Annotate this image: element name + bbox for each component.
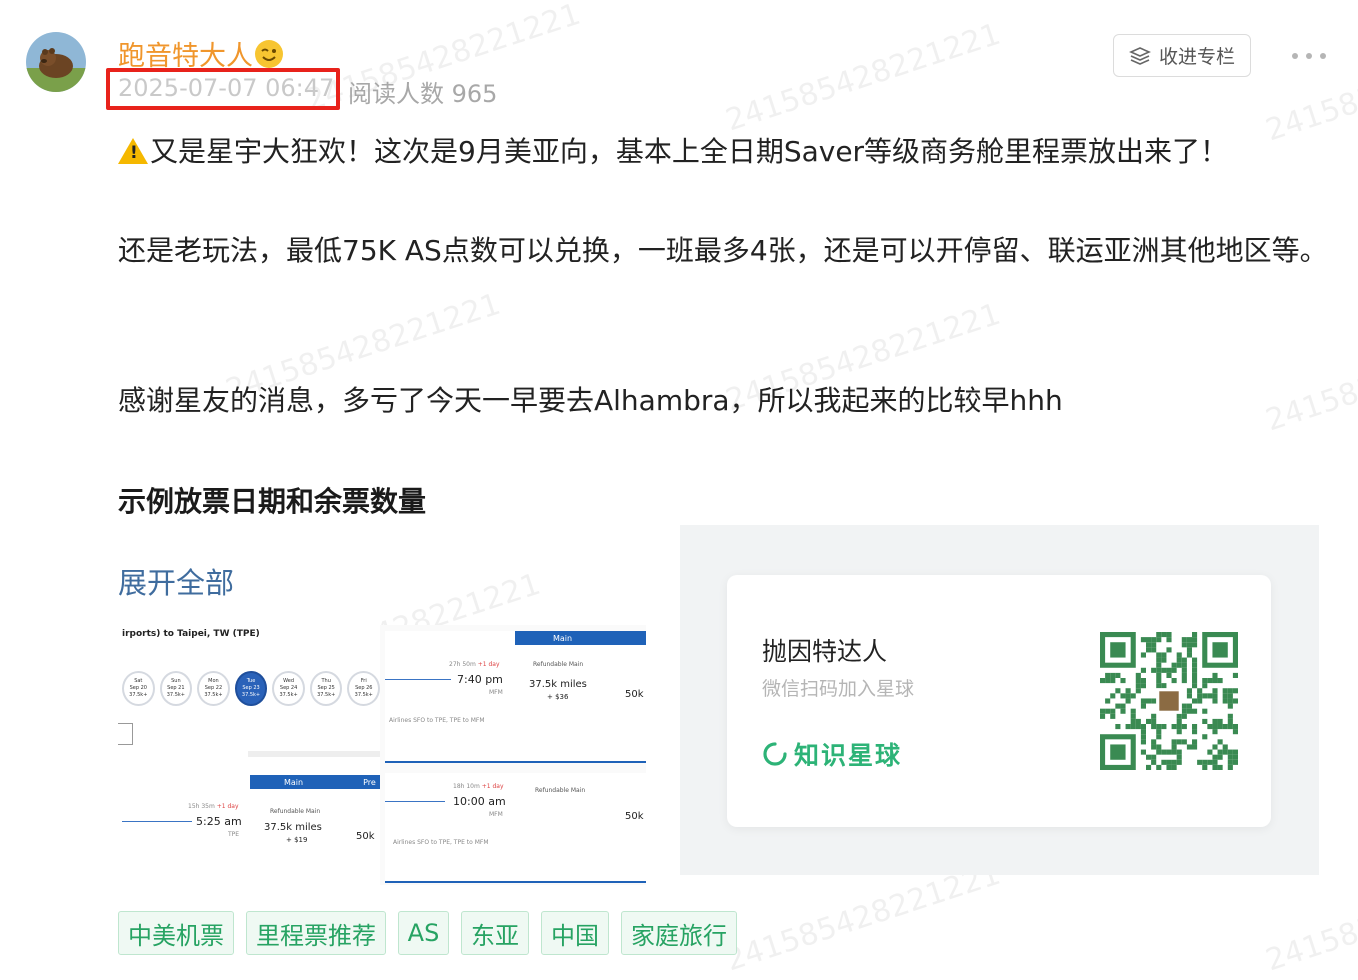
tag-as[interactable]: AS	[398, 911, 449, 955]
date-highlight-box	[106, 68, 340, 110]
collect-to-column-button[interactable]: 收进专栏	[1113, 34, 1251, 77]
miles: 37.5k miles	[264, 822, 322, 833]
watermark-text: 2415854282212​21	[721, 16, 1005, 139]
notice-bar	[248, 751, 380, 757]
tag-east-asia[interactable]: 东亚	[461, 911, 529, 955]
more-options-icon[interactable]	[1292, 44, 1326, 68]
screenshot-bottom-panel: 18h 10m +1 day 10:00 am MFM Airlines SFO…	[385, 773, 646, 883]
date-chip[interactable]: Mon Sep 22 37.5k+	[197, 671, 230, 706]
arrival-time: 5:25 am	[196, 815, 242, 828]
tax: + $19	[286, 836, 308, 844]
airport-code: TPE	[228, 831, 240, 838]
planet-scan-hint: 微信扫码加入星球	[762, 678, 915, 700]
paragraph-1: 又是星宇大狂欢！这次是9月美亚向，基本上全日期Saver等级商务舱里程票放出来了…	[118, 127, 1333, 177]
paragraph-1-text: 又是星宇大狂欢！这次是9月美亚向，基本上全日期Saver等级商务舱里程票放出来了…	[150, 135, 1229, 168]
fare-title: Refundable Main	[270, 808, 321, 815]
date-chip[interactable]: Sat Sep 20 37.5k+	[122, 671, 155, 706]
read-count: 阅读人数 965	[348, 80, 498, 108]
tag-china[interactable]: 中国	[541, 911, 609, 955]
warning-icon	[118, 138, 148, 164]
date-chip[interactable]: Fri Sep 26 37.5k+	[347, 671, 381, 706]
avatar-bear-image	[26, 32, 86, 92]
date-chip[interactable]: Sun Sep 21 37.5k+	[159, 671, 193, 706]
zsxq-logo-icon	[763, 742, 787, 766]
date-chip[interactable]: Tue Sep 23 37.5k+	[234, 671, 268, 706]
screenshot-top-panel: Main 27h 50m +1 day 7:40 pm MFM Airlines…	[385, 631, 646, 763]
screenshot-route: irports) to Taipei, TW (TPE)	[122, 629, 260, 639]
qr-code-image	[1100, 632, 1238, 770]
screenshot-left-panel: irports) to Taipei, TW (TPE) Sat Sep 20 37…	[118, 625, 381, 885]
paragraph-3: 感谢星友的消息，多亏了今天一早要去Alhambra，所以我起来的比较早hhh	[118, 384, 1063, 417]
fare-header: Main Pre	[250, 775, 380, 789]
flight-line	[122, 821, 192, 822]
date-chip[interactable]: Wed Sep 24 37.5k+	[272, 671, 305, 706]
expand-all-link[interactable]: 展开全部	[118, 560, 234, 602]
wink-emoji-icon	[255, 39, 283, 68]
date-chip[interactable]: Thu Sep 25 37.5k+	[309, 671, 343, 706]
section-heading: 示例放票日期和余票数量	[118, 485, 427, 518]
zsxq-brand: 知识星球	[762, 736, 902, 772]
tag-award-ticket-recommend[interactable]: 里程票推荐	[246, 911, 386, 955]
tag-family-travel[interactable]: 家庭旅行	[621, 911, 737, 955]
avatar[interactable]	[26, 32, 86, 92]
miles-right: 50k	[356, 831, 375, 842]
flight-search-screenshot[interactable]: irports) to Taipei, TW (TPE) Sat Sep 20 37…	[118, 625, 646, 885]
tag-us-china-tickets[interactable]: 中美机票	[118, 911, 234, 955]
date-selector: Sat Sep 20 37.5k+ Sun Sep 21 37.5k+ Mon Sep 22 3…	[122, 671, 381, 711]
layers-icon	[1129, 46, 1151, 65]
collect-label: 收进专栏	[1158, 46, 1235, 68]
duration: 15h 35m +1 day	[188, 803, 239, 810]
zsxq-brand-text: 知识星球	[794, 741, 903, 770]
collapse-handle	[118, 723, 133, 745]
planet-name: 抛因特达人	[762, 637, 888, 666]
paragraph-2: 还是老玩法，最低75K AS点数可以兑换，一班最多4张，还是可以开停留、联运亚洲…	[118, 234, 1328, 267]
